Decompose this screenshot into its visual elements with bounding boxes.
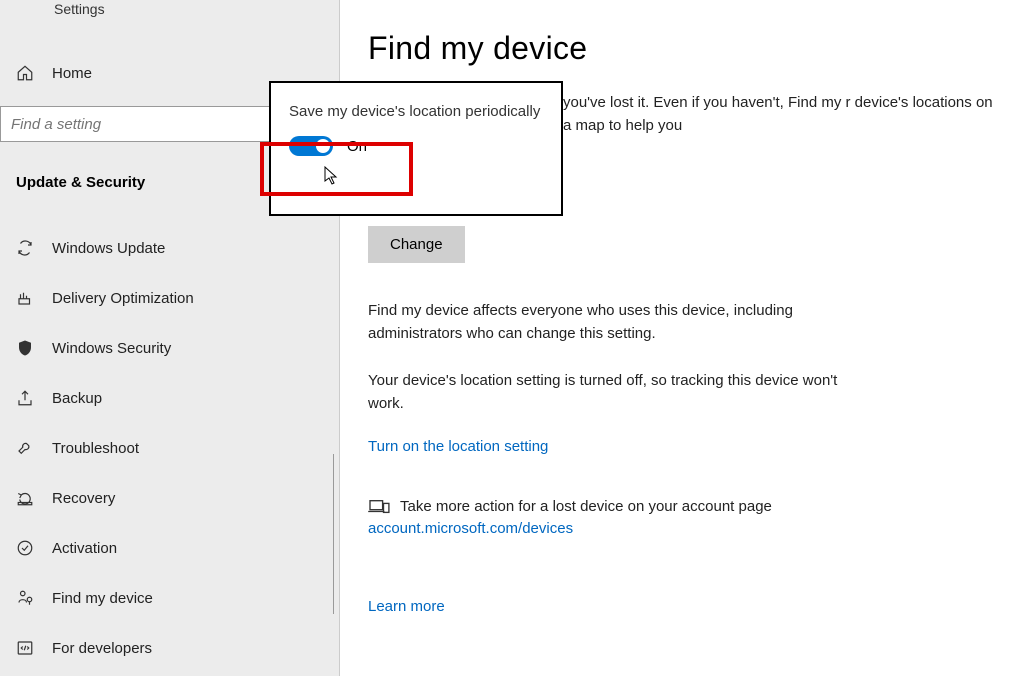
sidebar-item-label: Recovery: [52, 490, 115, 507]
recovery-icon: [16, 489, 34, 507]
nav-list: Windows Update Delivery Optimization Win…: [0, 223, 339, 673]
desc-fragment: you've lost it. Even if you haven't, Fin…: [563, 94, 993, 134]
toggle-state-label: On: [347, 138, 367, 155]
shield-icon: [16, 339, 34, 357]
search-input[interactable]: [11, 116, 269, 133]
popup-text: Save my device's location periodically: [289, 101, 543, 122]
description-text: you've lost it. Even if you haven't, Fin…: [563, 91, 998, 138]
page-title: Find my device: [368, 30, 998, 67]
sidebar-item-label: Find my device: [52, 590, 153, 607]
sidebar-item-windows-update[interactable]: Windows Update: [0, 223, 339, 273]
sidebar-item-windows-security[interactable]: Windows Security: [0, 323, 339, 373]
account-action-row: Take more action for a lost device on yo…: [368, 498, 998, 516]
devices-icon: [368, 498, 390, 516]
toggle-knob: [316, 139, 330, 153]
sidebar-item-label: Delivery Optimization: [52, 290, 194, 307]
delivery-icon: [16, 289, 34, 307]
location-person-icon: [16, 589, 34, 607]
turn-on-location-link[interactable]: Turn on the location setting: [368, 438, 548, 455]
scrollbar-track[interactable]: [333, 454, 334, 614]
account-devices-link[interactable]: account.microsoft.com/devices: [368, 520, 573, 537]
sidebar-item-label: For developers: [52, 640, 152, 657]
backup-icon: [16, 389, 34, 407]
home-icon: [16, 64, 34, 82]
info-paragraph-1: Find my device affects everyone who uses…: [368, 299, 848, 346]
sync-icon: [16, 239, 34, 257]
sidebar-item-find-my-device[interactable]: Find my device: [0, 573, 339, 623]
sidebar-item-label: Backup: [52, 390, 102, 407]
sidebar-item-label: Windows Security: [52, 340, 171, 357]
sidebar-item-label: Windows Update: [52, 240, 165, 257]
settings-header: Settings: [0, 0, 339, 18]
search-input-wrapper[interactable]: [0, 106, 280, 142]
save-location-popup: Save my device's location periodically O…: [269, 81, 563, 216]
settings-title: Settings: [54, 1, 105, 17]
sidebar-item-troubleshoot[interactable]: Troubleshoot: [0, 423, 339, 473]
sidebar-item-label: Activation: [52, 540, 117, 557]
account-action-text: Take more action for a lost device on yo…: [400, 498, 772, 515]
learn-more-link[interactable]: Learn more: [368, 598, 445, 615]
sidebar-item-backup[interactable]: Backup: [0, 373, 339, 423]
wrench-icon: [16, 439, 34, 457]
sidebar-item-recovery[interactable]: Recovery: [0, 473, 339, 523]
toggle-row: On: [289, 136, 543, 156]
sidebar-item-for-developers[interactable]: For developers: [0, 623, 339, 673]
change-button[interactable]: Change: [368, 226, 465, 263]
home-label: Home: [52, 65, 92, 82]
check-circle-icon: [16, 539, 34, 557]
save-location-toggle[interactable]: [289, 136, 333, 156]
sidebar-item-label: Troubleshoot: [52, 440, 139, 457]
info-paragraph-2: Your device's location setting is turned…: [368, 369, 848, 416]
sidebar-item-delivery-optimization[interactable]: Delivery Optimization: [0, 273, 339, 323]
code-icon: [16, 639, 34, 657]
sidebar-item-activation[interactable]: Activation: [0, 523, 339, 573]
